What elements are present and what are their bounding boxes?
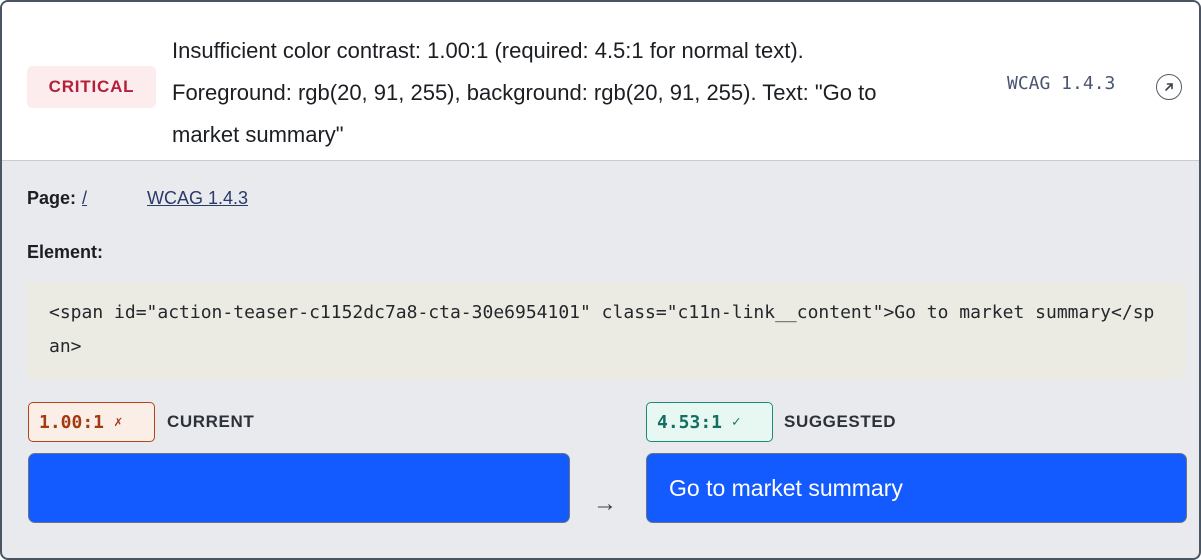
element-label: Element: bbox=[27, 242, 104, 262]
issue-message-line: Insufficient color contrast: 1.00:1 (req… bbox=[172, 38, 804, 63]
page-meta: Page: / bbox=[27, 188, 87, 209]
severity-badge: CRITICAL bbox=[27, 66, 156, 108]
arrow-right-icon: → bbox=[593, 490, 617, 517]
fail-icon: ✗ bbox=[114, 414, 123, 430]
element-code: <span id="action-teaser-c1152dc7a8-cta-3… bbox=[27, 282, 1186, 380]
issue-summary[interactable]: CRITICAL Insufficient color contrast: 1.… bbox=[2, 2, 1199, 161]
suggested-ratio-badge: 4.53:1 ✓ bbox=[646, 402, 773, 442]
current-ratio-badge: 1.00:1 ✗ bbox=[28, 402, 155, 442]
issue-card: CRITICAL Insufficient color contrast: 1.… bbox=[0, 0, 1201, 560]
issue-message-line: Foreground: rgb(20, 91, 255), background… bbox=[172, 80, 877, 105]
suggested-ratio: 4.53:1 bbox=[657, 411, 723, 433]
external-link-icon[interactable] bbox=[1156, 74, 1182, 100]
current-ratio: 1.00:1 bbox=[39, 411, 105, 433]
issue-message: Insufficient color contrast: 1.00:1 (req… bbox=[172, 30, 1002, 156]
pass-icon: ✓ bbox=[732, 414, 741, 430]
issue-message-line: market summary" bbox=[172, 122, 344, 147]
current-preview bbox=[28, 453, 570, 523]
suggested-label: SUGGESTED bbox=[784, 412, 897, 431]
suggested-preview: Go to market summary bbox=[646, 453, 1187, 523]
wcag-criterion: WCAG 1.4.3 bbox=[1007, 73, 1116, 94]
page-link[interactable]: / bbox=[82, 188, 87, 208]
page-label: Page: bbox=[27, 188, 77, 208]
current-label: CURRENT bbox=[167, 412, 255, 431]
wcag-link[interactable]: WCAG 1.4.3 bbox=[147, 188, 248, 209]
